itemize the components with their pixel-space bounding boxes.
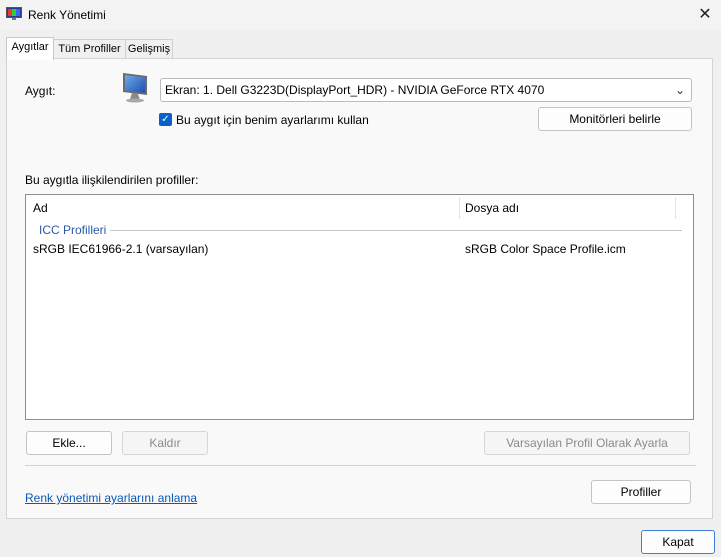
profile-file-cell: sRGB Color Space Profile.icm: [465, 242, 626, 256]
group-label-icc-profiles: ICC Profilleri: [39, 223, 107, 237]
color-management-app-icon: [6, 7, 22, 20]
profiles-list[interactable]: Ad Dosya adı ICC Profilleri sRGB IEC6196…: [25, 194, 694, 420]
divider: [25, 465, 696, 466]
table-row[interactable]: sRGB IEC61966-2.1 (varsayılan) sRGB Colo…: [26, 239, 693, 259]
device-selected-value: Ekran: 1. Dell G3223D(DisplayPort_HDR) -…: [165, 83, 545, 97]
set-default-profile-button[interactable]: Varsayılan Profil Olarak Ayarla: [484, 431, 690, 455]
use-my-settings-label[interactable]: Bu aygıt için benim ayarlarımı kullan: [176, 113, 369, 127]
device-dropdown[interactable]: Ekran: 1. Dell G3223D(DisplayPort_HDR) -…: [160, 78, 692, 102]
profile-name-cell: sRGB IEC61966-2.1 (varsayılan): [33, 242, 209, 256]
chevron-down-icon: ⌄: [674, 83, 685, 97]
monitor-icon: [123, 73, 147, 103]
remove-profile-button[interactable]: Kaldır: [122, 431, 208, 455]
profiles-section-label: Bu aygıtla ilişkilendirilen profiller:: [25, 173, 199, 187]
tab-advanced[interactable]: Gelişmiş: [125, 39, 173, 59]
use-my-settings-checkbox[interactable]: ✓: [159, 113, 172, 126]
tab-all-profiles[interactable]: Tüm Profiller: [53, 39, 126, 59]
add-profile-button[interactable]: Ekle...: [26, 431, 112, 455]
identify-monitors-button[interactable]: Monitörleri belirle: [538, 107, 692, 131]
device-label: Aygıt:: [25, 84, 56, 98]
window-title: Renk Yönetimi: [28, 8, 106, 22]
title-bar: Renk Yönetimi ✕: [0, 0, 721, 30]
tab-devices[interactable]: Aygıtlar: [6, 37, 54, 60]
close-button[interactable]: Kapat: [641, 530, 715, 554]
close-window-icon[interactable]: ✕: [694, 4, 716, 26]
column-separator[interactable]: [459, 197, 460, 219]
dialog-footer: [0, 519, 721, 557]
column-header-filename[interactable]: Dosya adı: [465, 195, 519, 221]
group-divider: [110, 230, 682, 231]
understand-color-settings-link[interactable]: Renk yönetimi ayarlarını anlama: [25, 491, 197, 505]
column-separator[interactable]: [675, 197, 676, 219]
profiles-button[interactable]: Profiller: [591, 480, 691, 504]
column-header-name[interactable]: Ad: [33, 195, 48, 221]
